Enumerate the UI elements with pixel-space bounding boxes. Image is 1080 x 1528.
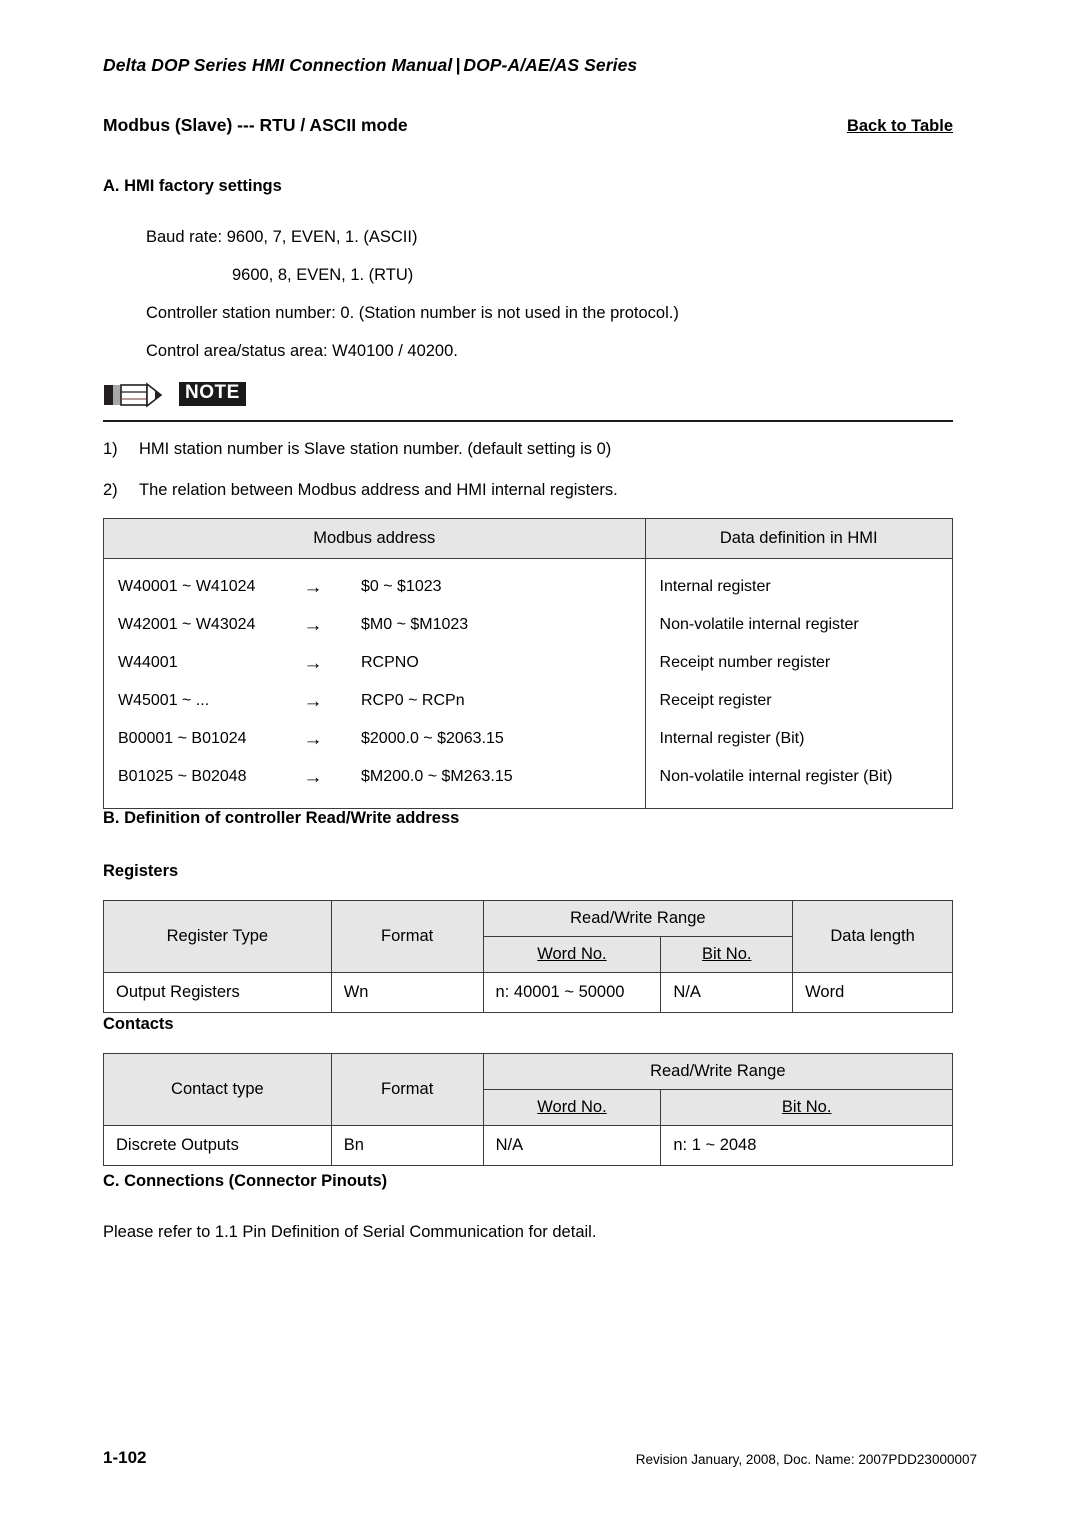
register-word-no-value: n: 40001 ~ 50000 <box>482 972 662 1013</box>
register-type-value: Output Registers <box>103 972 332 1013</box>
contact-type-value: Discrete Outputs <box>103 1125 332 1166</box>
header-separator: | <box>455 55 461 75</box>
modbus-address-value: B00001 ~ B01024 <box>118 730 247 747</box>
note-divider <box>103 420 953 422</box>
header-format: Format <box>330 1053 484 1126</box>
definition-value: Receipt register <box>659 692 772 709</box>
modbus-address-table: Modbus address Data definition in HMI W4… <box>103 518 954 809</box>
arrow-right-icon: → <box>303 614 323 636</box>
note-block: NOTE <box>103 381 953 423</box>
header-register-type: Register Type <box>103 900 332 973</box>
header-word-no: Word No. <box>537 945 607 963</box>
control-status-area-line: Control area/status area: W40100 / 40200… <box>146 342 458 360</box>
baud-rate-ascii-line: Baud rate: 9600, 7, EVEN, 1. (ASCII) <box>146 228 418 246</box>
hmi-mapped-value: $2000.0 ~ $2063.15 <box>361 730 504 747</box>
header-data-definition: Data definition in HMI <box>644 518 954 559</box>
definition-value: Receipt number register <box>659 654 831 671</box>
register-data-length-value: Word <box>792 972 953 1013</box>
contacts-subheading: Contacts <box>103 1015 174 1033</box>
registers-subheading: Registers <box>103 862 179 880</box>
hmi-mapped-value: $M200.0 ~ $M263.15 <box>361 768 513 785</box>
arrow-right-icon: → <box>303 652 323 674</box>
note-item-1-text: HMI station number is Slave station numb… <box>139 440 612 458</box>
definition-value: Non-volatile internal register <box>659 616 859 633</box>
modbus-address-value: W44001 <box>118 654 178 671</box>
table-header-row-top: Register Type Format Read/Write Range Da… <box>103 900 953 973</box>
modbus-address-value: W42001 ~ W43024 <box>118 616 256 633</box>
definition-value: Non-volatile internal register (Bit) <box>659 768 893 785</box>
header-modbus-address: Modbus address <box>103 518 646 559</box>
section-c-heading: C. Connections (Connector Pinouts) <box>103 1172 388 1190</box>
contact-word-no-value: N/A <box>482 1125 662 1166</box>
header-data-length: Data length <box>792 900 953 973</box>
arrow-right-icon: → <box>303 728 323 750</box>
table-row: W42001 ~ W43024 → $M0 ~ $M1023 <box>104 606 645 644</box>
table-row: W44001 → RCPNO <box>104 644 645 682</box>
modbus-address-value: W40001 ~ W41024 <box>118 578 256 595</box>
arrow-right-icon: → <box>303 576 323 598</box>
note-label: NOTE <box>179 382 246 406</box>
modbus-address-column: W40001 ~ W41024 → $0 ~ $1023 W42001 ~ W4… <box>103 558 646 809</box>
hmi-mapped-value: RCPNO <box>361 654 419 671</box>
manual-title: Delta DOP Series HMI Connection Manual <box>103 55 453 75</box>
section-a-heading: A. HMI factory settings <box>103 177 282 195</box>
series-name: DOP-A/AE/AS Series <box>463 55 638 75</box>
pencil-icon <box>104 382 163 408</box>
note-item-1-number: 1) <box>103 440 118 458</box>
arrow-right-icon: → <box>303 690 323 712</box>
footer-page-number: 1-102 <box>103 1448 147 1467</box>
header-format: Format <box>330 900 484 973</box>
back-to-table-link[interactable]: Back to Table <box>847 117 953 136</box>
hmi-mapped-value: $M0 ~ $M1023 <box>361 616 469 633</box>
modbus-address-value: W45001 ~ ... <box>118 692 210 709</box>
document-page: Delta DOP Series HMI Connection Manual | D… <box>0 0 1080 1528</box>
page-title-row: Modbus (Slave) --- RTU / ASCII mode Back… <box>103 115 953 136</box>
data-definition-column: Internal register Non-volatile internal … <box>644 558 953 809</box>
register-bit-no-value: N/A <box>660 972 794 1013</box>
section-b-heading: B. Definition of controller Read/Write a… <box>103 809 460 827</box>
definition-value: Internal register (Bit) <box>659 730 805 747</box>
header-word-no: Word No. <box>537 1098 607 1116</box>
table-row: Discrete Outputs Bn N/A n: 1 ~ 2048 <box>103 1125 953 1166</box>
table-row: B01025 ~ B02048 → $M200.0 ~ $M263.15 <box>104 758 645 796</box>
page-title: Modbus (Slave) --- RTU / ASCII mode <box>103 115 408 135</box>
register-format-value: Wn <box>330 972 484 1013</box>
header-read-write-range: Read/Write Range <box>482 1053 954 1090</box>
table-row: W45001 ~ ... → RCP0 ~ RCPn <box>104 682 645 720</box>
registers-table: Register Type Format Read/Write Range Da… <box>103 900 953 1013</box>
modbus-address-value: B01025 ~ B02048 <box>118 768 247 785</box>
contacts-table: Contact type Format Read/Write Range Wor… <box>103 1053 954 1166</box>
document-running-header: Delta DOP Series HMI Connection Manual | D… <box>103 55 953 76</box>
footer-revision: Revision January, 2008, Doc. Name: 2007P… <box>635 1452 977 1467</box>
header-bit-no: Bit No. <box>701 945 752 963</box>
note-item-2-number: 2) <box>103 481 118 499</box>
contact-bit-no-value: n: 1 ~ 2048 <box>660 1125 953 1166</box>
header-contact-type: Contact type <box>103 1053 332 1126</box>
table-row: Output Registers Wn n: 40001 ~ 50000 N/A… <box>103 972 953 1013</box>
table-row: W40001 ~ W41024 → $0 ~ $1023 <box>104 568 645 606</box>
table-row: B00001 ~ B01024 → $2000.0 ~ $2063.15 <box>104 720 645 758</box>
section-c-text: Please refer to 1.1 Pin Definition of Se… <box>103 1223 597 1241</box>
header-read-write-range: Read/Write Range <box>482 900 794 937</box>
baud-rate-rtu-line: 9600, 8, EVEN, 1. (RTU) <box>232 266 414 284</box>
controller-station-number-line: Controller station number: 0. (Station n… <box>146 304 679 322</box>
header-bit-no: Bit No. <box>781 1098 832 1116</box>
table-header-row: Modbus address Data definition in HMI <box>103 518 954 559</box>
hmi-mapped-value: RCP0 ~ RCPn <box>361 692 465 709</box>
hmi-mapped-value: $0 ~ $1023 <box>361 578 442 595</box>
note-item-2-text: The relation between Modbus address and … <box>139 481 618 499</box>
table-body-row: W40001 ~ W41024 → $0 ~ $1023 W42001 ~ W4… <box>103 558 953 809</box>
definition-value: Internal register <box>659 578 771 595</box>
contact-format-value: Bn <box>330 1125 484 1166</box>
arrow-right-icon: → <box>303 766 323 788</box>
table-header-row-top: Contact type Format Read/Write Range <box>103 1053 954 1126</box>
